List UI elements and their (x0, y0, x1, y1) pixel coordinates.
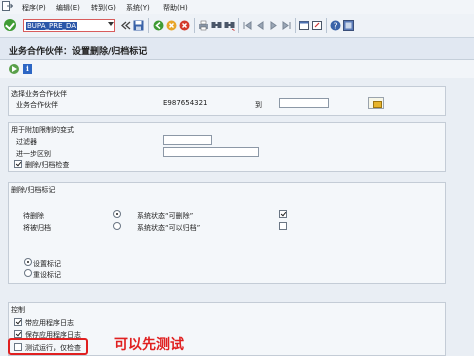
with-app-log-label: 带应用程序日志 (25, 319, 74, 327)
deletion-flag-group: 删除/归档标记 (8, 182, 446, 284)
toolbar-separator (326, 18, 327, 33)
toolbar-separator (238, 18, 239, 33)
status-archivable-label: 系统状态“可以归档” (137, 224, 201, 232)
toolbar-separator (148, 18, 149, 33)
help-icon[interactable]: ? (330, 20, 341, 31)
filter-field[interactable] (163, 135, 212, 145)
menu-edit[interactable]: 编辑(E) (56, 3, 80, 13)
annotation-text: 可以先测试 (114, 337, 184, 353)
previous-page-icon[interactable] (255, 20, 266, 31)
menu-help[interactable]: 帮助(H) (163, 3, 188, 13)
svg-text:?: ? (333, 22, 337, 31)
application-toolbar: i (0, 60, 474, 78)
to-be-archived-radio[interactable] (113, 222, 121, 230)
back-icon[interactable] (153, 20, 164, 31)
command-history-dropdown-icon[interactable] (108, 22, 114, 26)
exit-transaction-icon[interactable] (166, 20, 177, 31)
command-field[interactable]: BUPA_PRE_DA (23, 19, 115, 32)
partner-to-field[interactable] (279, 98, 329, 108)
print-icon[interactable] (198, 20, 209, 31)
further-restriction-label: 进一步区别 (16, 150, 51, 158)
cancel-icon[interactable] (179, 20, 190, 31)
page-title: 业务合作伙伴：设置删除/归档标记 (9, 47, 148, 57)
info-icon[interactable]: i (23, 64, 32, 74)
to-be-archived-label: 将被归档 (23, 224, 51, 232)
toolbar-separator (194, 18, 195, 33)
shortcut-icon[interactable] (312, 20, 323, 31)
reset-flag-label: 重设标记 (33, 271, 61, 279)
enter-icon[interactable] (4, 19, 16, 31)
multiple-selection-button[interactable] (368, 97, 384, 109)
to-label: 到 (255, 101, 262, 109)
toolbar-separator (295, 18, 296, 33)
group-title: 控制 (11, 306, 25, 314)
partner-from-field[interactable]: E987654321 (163, 98, 208, 108)
first-page-icon[interactable] (242, 20, 253, 31)
collapse-icon[interactable] (120, 20, 131, 31)
status-deletable-checkbox[interactable] (279, 210, 287, 218)
reset-flag-radio[interactable] (24, 269, 32, 277)
next-page-icon[interactable] (268, 20, 279, 31)
with-app-log-checkbox[interactable] (14, 318, 22, 326)
group-title: 删除/归档标记 (11, 186, 56, 194)
save-app-log-checkbox[interactable] (14, 330, 22, 338)
find-icon[interactable] (211, 20, 222, 31)
execute-icon[interactable] (9, 64, 19, 74)
delete-archive-check-label: 删除/归档检查 (25, 161, 70, 169)
menu-system[interactable]: 系统(Y) (126, 3, 150, 13)
further-restriction-field[interactable] (163, 147, 259, 157)
command-field-value: BUPA_PRE_DA (26, 22, 78, 30)
save-icon[interactable] (133, 20, 144, 31)
highlight-box (8, 338, 88, 355)
screen-title-bar: 业务合作伙伴：设置删除/归档标记 (0, 38, 474, 60)
pending-delete-radio[interactable] (113, 210, 121, 218)
filter-label: 过滤器 (16, 138, 37, 146)
menu-goto[interactable]: 转到(G) (91, 3, 116, 13)
status-deletable-label: 系统状态“可删除” (137, 212, 194, 220)
set-flag-radio[interactable] (24, 258, 32, 266)
system-toolbar: BUPA_PRE_DA ? (0, 14, 474, 38)
set-flag-label: 设置标记 (33, 260, 61, 268)
group-title: 用于附加限制的变式 (11, 126, 74, 134)
pending-delete-label: 待删除 (23, 212, 44, 220)
find-next-icon[interactable] (224, 20, 235, 31)
menu-bar: 程序(P) 编辑(E) 转到(G) 系统(Y) 帮助(H) (0, 0, 474, 14)
menu-program[interactable]: 程序(P) (22, 3, 46, 13)
last-page-icon[interactable] (281, 20, 292, 31)
new-session-icon[interactable] (299, 20, 310, 31)
status-archivable-checkbox[interactable] (279, 222, 287, 230)
partner-label: 业务合作伙伴 (16, 101, 58, 109)
layout-menu-icon[interactable] (343, 20, 354, 31)
exit-icon[interactable] (2, 1, 13, 11)
delete-archive-check-checkbox[interactable] (14, 160, 22, 168)
